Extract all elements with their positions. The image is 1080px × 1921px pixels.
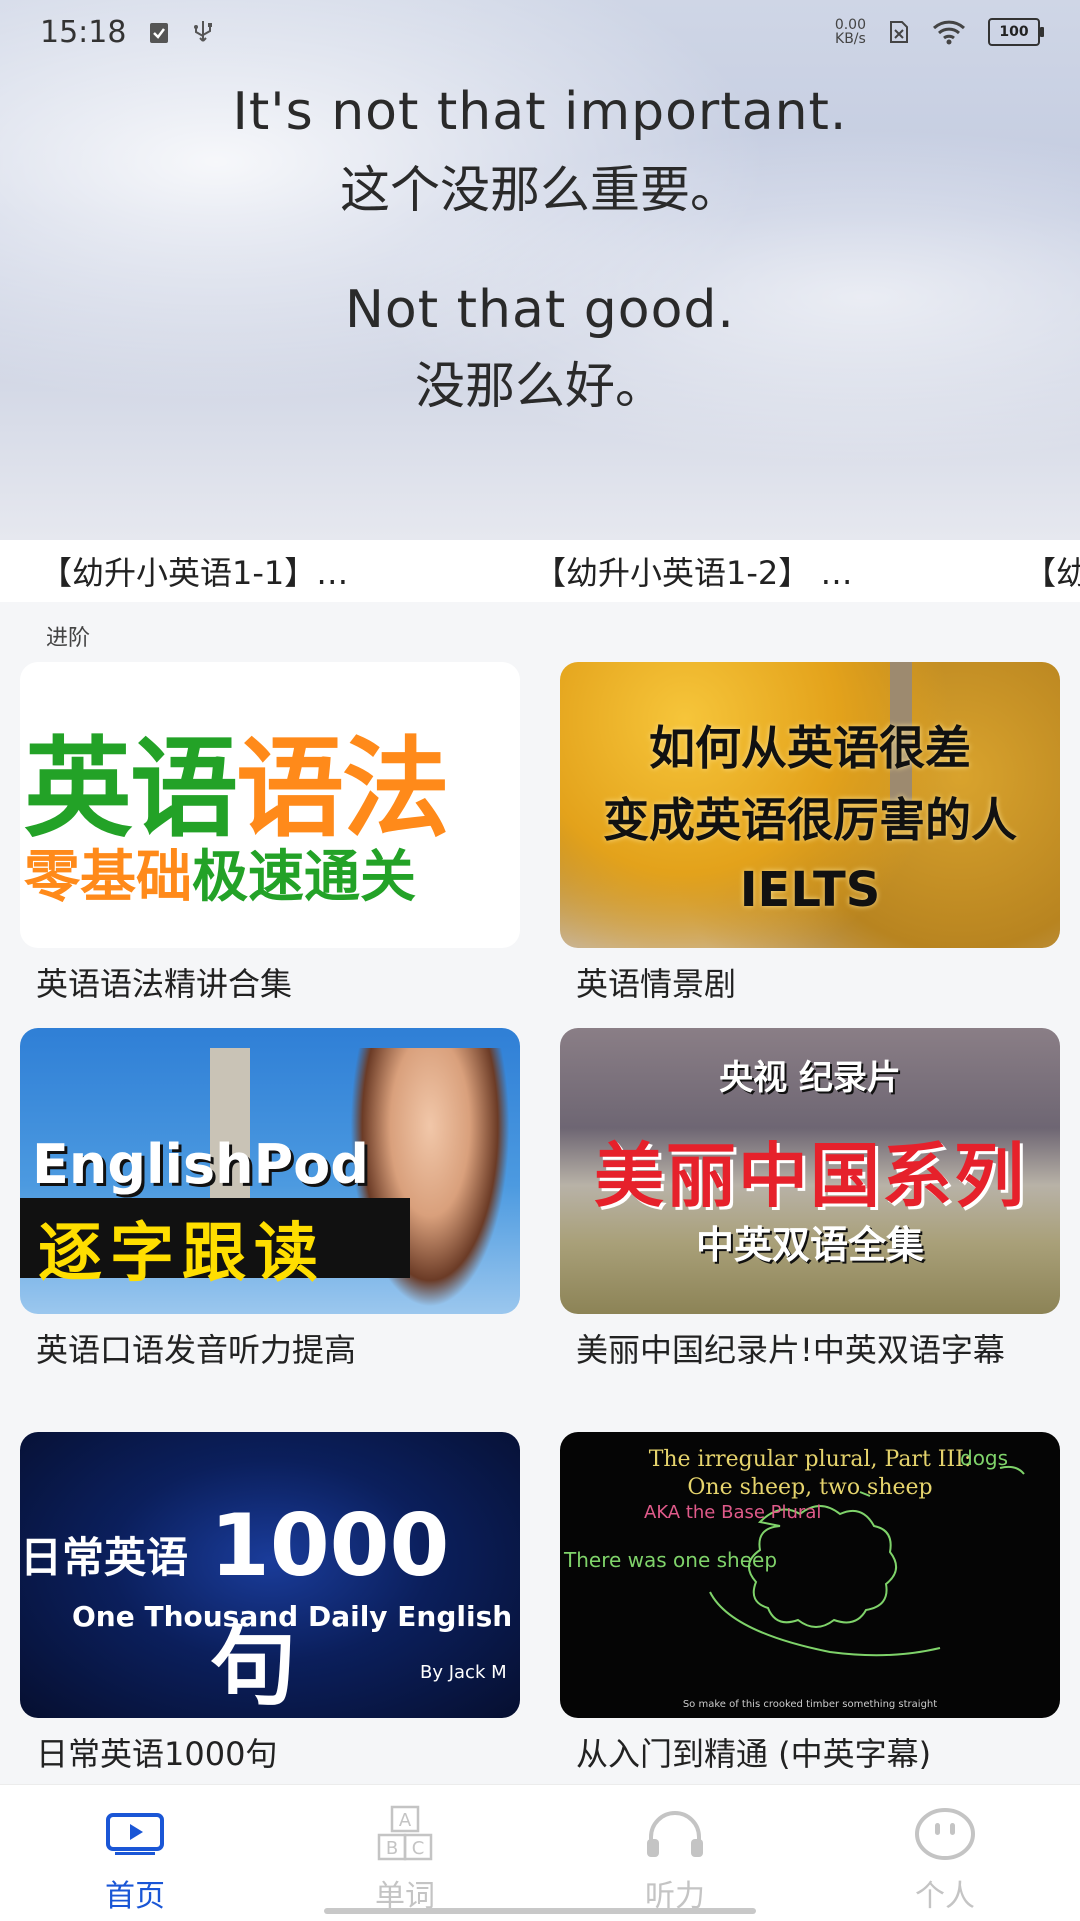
- status-right: 0.00 KB/s 100: [835, 18, 1044, 46]
- svg-text:C: C: [412, 1838, 425, 1859]
- quote-chinese-2: 没那么好。: [415, 357, 665, 415]
- thumb-text: 美丽中国系列: [594, 1135, 1026, 1217]
- nav-item-listening[interactable]: 听力: [600, 1805, 750, 1915]
- course-title[interactable]: 英语口语发音听力提高: [20, 1330, 520, 1370]
- play-video-icon: [60, 1805, 210, 1863]
- status-bar: 15:18 0.00 KB/s 100: [0, 0, 1080, 64]
- abc-blocks-icon: A B C: [330, 1805, 480, 1863]
- thumb-text: 如何从英语很差: [649, 721, 971, 775]
- home-indicator[interactable]: [324, 1908, 756, 1914]
- thumb-text: 日常英语: [20, 1533, 189, 1582]
- nav-item-words[interactable]: A B C 单词: [330, 1805, 480, 1915]
- course-title[interactable]: 从入门到精通 (中英字幕): [560, 1734, 1060, 1774]
- thumb-text: 变成英语很厉害的人: [603, 793, 1017, 847]
- quote-chinese-1: 这个没那么重要。: [340, 161, 740, 219]
- hero-banner[interactable]: 15:18 0.00 KB/s 100 It's not that import…: [0, 0, 1080, 540]
- course-card[interactable]: EnglishPod 逐字跟读 英语口语发音听力提高: [20, 1028, 520, 1370]
- net-speed-value: 0.00: [834, 17, 866, 33]
- thumb-text: EnglishPod: [32, 1133, 369, 1196]
- net-speed-unit: KB/s: [835, 31, 866, 47]
- thumb-text: By Jack M: [420, 1662, 507, 1683]
- nav-label: 个人: [915, 1879, 975, 1914]
- thumb-text: 中英双语全集: [695, 1223, 924, 1267]
- headphones-icon: [600, 1805, 750, 1863]
- nav-item-profile[interactable]: 个人: [870, 1805, 1020, 1915]
- quote-english-1: It's not that important.: [232, 82, 848, 142]
- course-title[interactable]: 英语语法精讲合集: [20, 964, 520, 1004]
- course-thumbnail[interactable]: 如何从英语很差 变成英语很厉害的人 IELTS: [560, 662, 1060, 948]
- smiley-face-icon: [870, 1805, 1020, 1863]
- course-card[interactable]: 如何从英语很差 变成英语很厉害的人 IELTS 英语情景剧: [560, 662, 1060, 1004]
- status-left: 15:18: [40, 15, 214, 50]
- course-title[interactable]: 美丽中国纪录片!中英双语字幕: [560, 1330, 1016, 1370]
- wifi-icon: [932, 19, 966, 45]
- course-thumbnail[interactable]: 日常英语 1000句 One Thousand Daily English By…: [20, 1432, 520, 1718]
- thumb-text: 极速通关: [192, 845, 416, 910]
- thumb-text: There was one sheep: [564, 1548, 778, 1572]
- thumb-caption: So make of this crooked timber something…: [682, 1699, 938, 1710]
- thumb-text: 逐字跟读: [38, 1217, 326, 1291]
- thumb-text: One sheep, two sheep: [687, 1475, 933, 1500]
- battery-icon: 100: [988, 18, 1044, 46]
- course-thumbnail[interactable]: The irregular plural, Part III: One shee…: [560, 1432, 1060, 1718]
- course-card[interactable]: 英语语法 零基础极速通关 英语语法精讲合集: [20, 662, 520, 1004]
- course-thumbnail[interactable]: EnglishPod 逐字跟读: [20, 1028, 520, 1314]
- course-card[interactable]: The irregular plural, Part III: One shee…: [560, 1432, 1060, 1774]
- usb-icon: [192, 19, 214, 45]
- strip-item[interactable]: 【幼升小英语1-2】 …: [534, 548, 852, 594]
- thumb-subtitle: 零基础极速通关: [24, 832, 416, 913]
- course-title[interactable]: 英语情景剧: [560, 964, 1060, 1004]
- svg-text:B: B: [386, 1838, 398, 1859]
- status-time: 15:18: [40, 14, 127, 50]
- svg-text:A: A: [399, 1810, 412, 1831]
- quote-english-2: Not that good.: [345, 280, 735, 340]
- thumb-text: IELTS: [739, 862, 881, 918]
- course-card[interactable]: 日常英语 1000句 One Thousand Daily English By…: [20, 1432, 520, 1774]
- strip-item[interactable]: 【幼: [1024, 548, 1080, 594]
- bottom-nav: 首页 A B C 单词 听力 个人: [0, 1784, 1080, 1921]
- thumb-text: AKA the Base Plural: [644, 1502, 822, 1523]
- strip-item[interactable]: 【幼升小英语1-1】…: [40, 548, 348, 594]
- no-sim-icon: [888, 19, 910, 45]
- thumb-text: dogs: [960, 1446, 1009, 1470]
- nav-item-home[interactable]: 首页: [60, 1805, 210, 1915]
- course-thumbnail[interactable]: 央视 纪录片 美丽中国系列 中英双语全集: [560, 1028, 1060, 1314]
- net-speed-indicator: 0.00 KB/s: [835, 18, 866, 46]
- thumb-text: 央视 纪录片: [719, 1058, 901, 1098]
- playlist-strip: 【幼升小英语1-1】… 【幼升小英语1-2】 … 【幼: [0, 540, 1080, 602]
- course-thumbnail[interactable]: 英语语法 零基础极速通关: [20, 662, 520, 948]
- thumb-text: 零基础: [24, 845, 192, 910]
- clipboard-check-icon: [148, 20, 170, 44]
- battery-level: 100: [999, 24, 1029, 40]
- section-label: 进阶: [46, 626, 91, 651]
- course-title[interactable]: 日常英语1000句: [20, 1734, 520, 1774]
- nav-label: 首页: [105, 1879, 165, 1914]
- course-card[interactable]: 央视 纪录片 美丽中国系列 中英双语全集 美丽中国纪录片!中英双语字幕: [560, 1028, 1060, 1370]
- thumb-text: One Thousand Daily English: [72, 1600, 513, 1633]
